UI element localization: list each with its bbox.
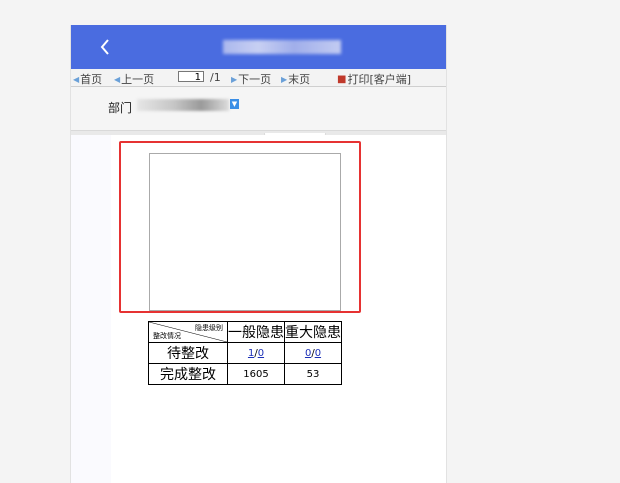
last-page-icon: ▶ [281,74,288,84]
major-hazard-header: 重大隐患 [284,321,342,343]
completed-general-cell: 1605 [227,363,285,385]
pending-major-overdue-link[interactable]: 0 [315,348,321,359]
pending-rectify-label: 待整改 [148,342,228,364]
completed-major-cell: 53 [284,363,342,385]
prev-page-icon: ◀ [114,74,121,84]
page-title [223,40,341,54]
next-page-icon: ▶ [231,74,238,84]
department-select[interactable] [137,99,229,111]
mobile-frame: ◀ 首页 ◀ 上一页 1 /1 ▶ 下一页 ▶ 末页 ■ 打印[客户端] 部门 … [70,25,447,483]
completed-rectify-label: 完成整改 [148,363,228,385]
first-page-button[interactable]: ◀ 首页 [73,71,102,86]
last-page-button[interactable]: ▶ 末页 [281,71,310,86]
pending-general-cell: 1/0 [227,342,285,364]
department-label: 部门 [108,101,133,115]
report-toolbar: ◀ 首页 ◀ 上一页 1 /1 ▶ 下一页 ▶ 末页 ■ 打印[客户端] [71,69,446,87]
page-number-input[interactable]: 1 [178,71,204,83]
corner-header-cell: 隐患级别 整改情况 [148,321,228,343]
prev-page-button[interactable]: ◀ 上一页 [114,71,154,86]
left-margin [71,135,111,483]
next-page-button[interactable]: ▶ 下一页 [231,71,271,86]
chevron-left-icon[interactable] [97,37,115,57]
general-hazard-header: 一般隐患 [227,321,285,343]
first-page-icon: ◀ [73,74,80,84]
highlight-box [119,141,361,313]
pending-major-cell: 0/0 [284,342,342,364]
print-client-button[interactable]: ■ 打印[客户端] [337,71,411,86]
page-total: /1 [210,71,221,84]
pending-general-overdue-link[interactable]: 0 [258,348,264,359]
printer-icon: ■ [337,73,347,85]
filter-area: 部门 ▼ [71,87,446,131]
top-bar [71,25,446,69]
hazard-stat-table: 隐患级别 整改情况 一般隐患 重大隐患 待整改 1/0 0/0 完成整改 160… [148,321,342,385]
chevron-down-icon[interactable]: ▼ [230,99,239,109]
